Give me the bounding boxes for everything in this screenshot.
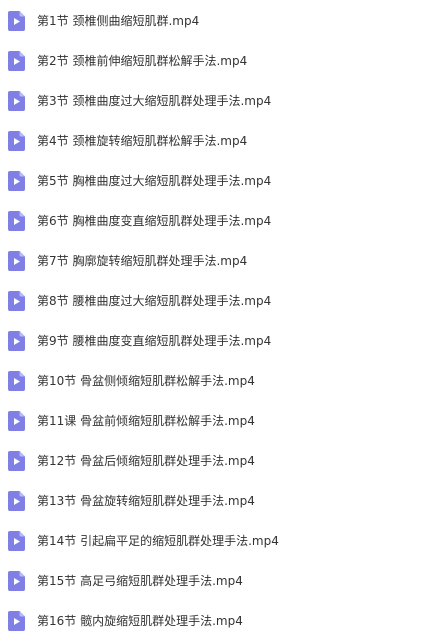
- file-row[interactable]: 第8节 腰椎曲度过大缩短肌群处理手法.mp4: [0, 287, 433, 315]
- file-row[interactable]: 第7节 胸廓旋转缩短肌群处理手法.mp4: [0, 247, 433, 275]
- file-row[interactable]: 第12节 骨盆后倾缩短肌群处理手法.mp4: [0, 447, 433, 475]
- file-name: 第2节 颈椎前伸缩短肌群松解手法.mp4: [37, 54, 248, 68]
- video-file-icon: [8, 331, 25, 351]
- file-name: 第13节 骨盆旋转缩短肌群处理手法.mp4: [37, 494, 255, 508]
- video-file-icon: [8, 251, 25, 271]
- file-row[interactable]: 第1节 颈椎侧曲缩短肌群.mp4: [0, 7, 433, 35]
- video-file-icon: [8, 611, 25, 631]
- video-file-icon: [8, 451, 25, 471]
- video-file-icon: [8, 491, 25, 511]
- video-file-icon: [8, 131, 25, 151]
- file-name: 第6节 胸椎曲度变直缩短肌群处理手法.mp4: [37, 214, 272, 228]
- video-file-icon: [8, 411, 25, 431]
- file-row[interactable]: 第15节 高足弓缩短肌群处理手法.mp4: [0, 567, 433, 595]
- file-name: 第4节 颈椎旋转缩短肌群松解手法.mp4: [37, 134, 248, 148]
- file-name: 第1节 颈椎侧曲缩短肌群.mp4: [37, 14, 200, 28]
- file-name: 第10节 骨盆侧倾缩短肌群松解手法.mp4: [37, 374, 255, 388]
- video-file-icon: [8, 91, 25, 111]
- video-file-icon: [8, 531, 25, 551]
- file-name: 第7节 胸廓旋转缩短肌群处理手法.mp4: [37, 254, 248, 268]
- video-file-icon: [8, 291, 25, 311]
- file-row[interactable]: 第6节 胸椎曲度变直缩短肌群处理手法.mp4: [0, 207, 433, 235]
- file-name: 第3节 颈椎曲度过大缩短肌群处理手法.mp4: [37, 94, 272, 108]
- file-name: 第12节 骨盆后倾缩短肌群处理手法.mp4: [37, 454, 255, 468]
- file-row[interactable]: 第16节 髋内旋缩短肌群处理手法.mp4: [0, 607, 433, 635]
- file-row[interactable]: 第10节 骨盆侧倾缩短肌群松解手法.mp4: [0, 367, 433, 395]
- video-file-icon: [8, 11, 25, 31]
- file-row[interactable]: 第11课 骨盆前倾缩短肌群松解手法.mp4: [0, 407, 433, 435]
- file-row[interactable]: 第2节 颈椎前伸缩短肌群松解手法.mp4: [0, 47, 433, 75]
- file-name: 第15节 高足弓缩短肌群处理手法.mp4: [37, 574, 243, 588]
- file-row[interactable]: 第4节 颈椎旋转缩短肌群松解手法.mp4: [0, 127, 433, 155]
- file-row[interactable]: 第3节 颈椎曲度过大缩短肌群处理手法.mp4: [0, 87, 433, 115]
- video-file-icon: [8, 51, 25, 71]
- file-name: 第8节 腰椎曲度过大缩短肌群处理手法.mp4: [37, 294, 272, 308]
- file-name: 第5节 胸椎曲度过大缩短肌群处理手法.mp4: [37, 174, 272, 188]
- file-row[interactable]: 第14节 引起扁平足的缩短肌群处理手法.mp4: [0, 527, 433, 555]
- video-file-icon: [8, 171, 25, 191]
- file-name: 第14节 引起扁平足的缩短肌群处理手法.mp4: [37, 534, 279, 548]
- file-name: 第11课 骨盆前倾缩短肌群松解手法.mp4: [37, 414, 255, 428]
- video-file-icon: [8, 371, 25, 391]
- file-name: 第16节 髋内旋缩短肌群处理手法.mp4: [37, 614, 243, 628]
- file-row[interactable]: 第9节 腰椎曲度变直缩短肌群处理手法.mp4: [0, 327, 433, 355]
- video-file-icon: [8, 211, 25, 231]
- file-row[interactable]: 第5节 胸椎曲度过大缩短肌群处理手法.mp4: [0, 167, 433, 195]
- file-row[interactable]: 第13节 骨盆旋转缩短肌群处理手法.mp4: [0, 487, 433, 515]
- file-name: 第9节 腰椎曲度变直缩短肌群处理手法.mp4: [37, 334, 272, 348]
- video-file-icon: [8, 571, 25, 591]
